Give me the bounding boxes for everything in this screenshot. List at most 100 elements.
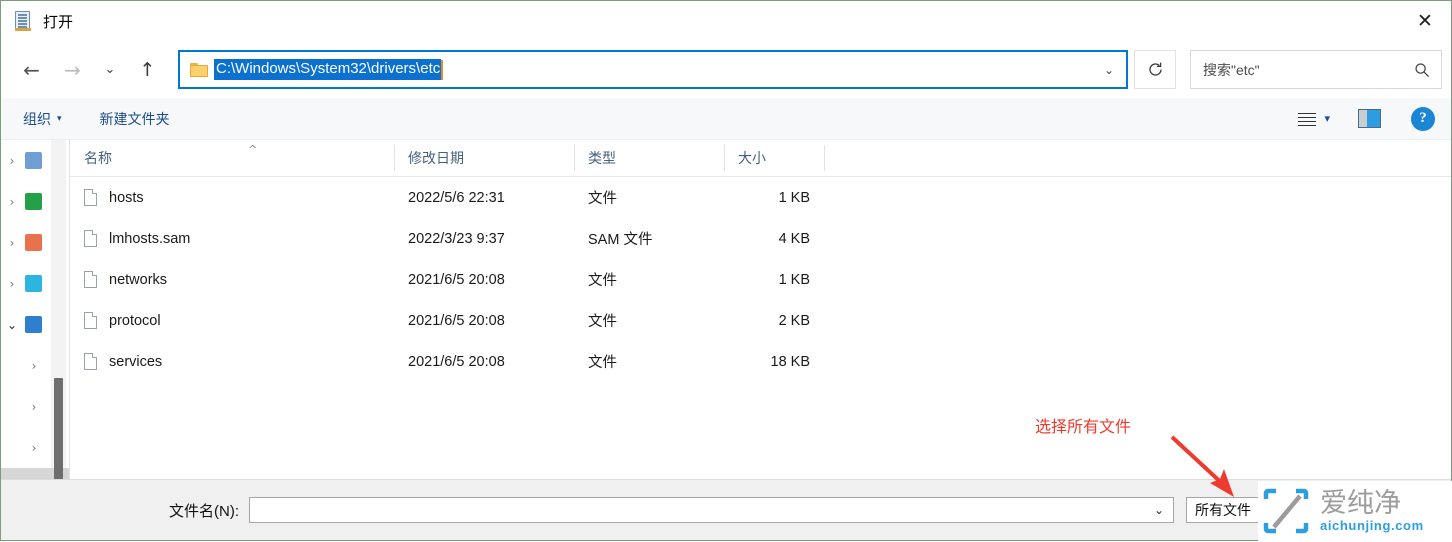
recent-locations-button[interactable]: ⌄ [93, 50, 127, 90]
nav-tree-item[interactable]: › [1, 263, 69, 304]
chevron-right-icon[interactable]: › [1, 277, 23, 291]
file-name-cell: lmhosts.sam [70, 230, 394, 247]
file-list: hosts 2022/5/6 22:31 文件 1 KB lmhosts.sam 2022… [70, 177, 1451, 479]
file-type-cell: 文件 [588, 191, 617, 207]
file-list-pane: 名称 修改日期 类型 大小 ^ hosts 2022/5/6 22:31 文件 1 K… [70, 140, 1451, 479]
chevron-right-icon[interactable]: › [1, 195, 23, 209]
open-file-dialog: 打开 ✕ ← → ⌄ ↑ C:\Windows\System32\drivers… [0, 0, 1452, 541]
file-type-cell: 文件 [588, 355, 617, 371]
chevron-right-icon[interactable]: › [23, 441, 45, 455]
table-row[interactable]: lmhosts.sam 2022/3/23 9:37 SAM 文件 4 KB [70, 218, 1451, 259]
back-button[interactable]: ← [11, 50, 52, 90]
nav-item-icon [25, 152, 42, 169]
chevron-down-icon[interactable]: ⌄ [1145, 498, 1173, 522]
watermark-logo-icon [1260, 485, 1312, 537]
watermark-text: 爱纯净 aichunjing.com [1320, 489, 1424, 533]
command-bar-right: ▾ ? [1296, 106, 1451, 131]
file-name-text: hosts [109, 189, 144, 206]
chevron-right-icon[interactable]: › [1, 236, 23, 250]
window-title: 打开 [43, 13, 74, 31]
navigation-scrollbar-thumb[interactable] [54, 378, 63, 479]
file-name-cell: protocol [70, 312, 394, 329]
file-name-text: services [109, 353, 163, 370]
filename-input[interactable]: ⌄ [249, 497, 1174, 523]
table-row[interactable]: services 2021/6/5 20:08 文件 18 KB [70, 341, 1451, 382]
nav-item-icon [25, 234, 42, 251]
file-date-cell: 2021/6/5 20:08 [408, 312, 505, 329]
filename-label: 文件名(N): [169, 502, 239, 520]
file-date-cell: 2022/3/23 9:37 [408, 230, 505, 247]
file-date-cell: 2022/5/6 22:31 [408, 189, 505, 206]
chevron-down-icon[interactable]: ⌄ [1092, 52, 1126, 87]
file-icon [84, 189, 97, 206]
organize-menu[interactable]: 组织 ▾ [23, 109, 62, 129]
table-row[interactable]: protocol 2021/6/5 20:08 文件 2 KB [70, 300, 1451, 341]
folder-icon [190, 62, 208, 77]
chevron-down-icon: ▾ [57, 113, 62, 124]
nav-tree-item[interactable]: › [1, 181, 69, 222]
file-size-cell: 4 KB [778, 230, 810, 247]
file-type-cell: SAM 文件 [588, 232, 653, 248]
column-header-size[interactable]: 大小 [724, 140, 824, 176]
organize-label: 组织 [23, 110, 51, 127]
chevron-right-icon[interactable]: › [23, 359, 45, 373]
search-box[interactable]: 搜索"etc" [1190, 50, 1442, 89]
file-icon [84, 312, 97, 329]
nav-item-icon [25, 316, 42, 333]
address-bar[interactable]: C:\Windows\System32\drivers\etc ⌄ [178, 50, 1128, 89]
dialog-footer: 文件名(N): ⌄ 所有文件 [1, 479, 1451, 540]
file-name-cell: hosts [70, 189, 394, 206]
up-button[interactable]: ↑ [127, 50, 168, 90]
file-name-text: protocol [109, 312, 161, 329]
nav-tree-item[interactable]: › [1, 222, 69, 263]
sort-ascending-icon: ^ [248, 143, 258, 156]
title-bar: 打开 ✕ [1, 1, 1451, 41]
file-size-cell: 1 KB [778, 271, 810, 288]
notepad-icon [14, 10, 34, 32]
file-icon [84, 230, 97, 247]
watermark: 爱纯净 aichunjing.com [1258, 481, 1452, 541]
watermark-brand: 爱纯净 [1320, 488, 1401, 519]
watermark-domain: aichunjing.com [1320, 518, 1424, 533]
column-header-date[interactable]: 修改日期 [394, 140, 574, 176]
table-row[interactable]: networks 2021/6/5 20:08 文件 1 KB [70, 259, 1451, 300]
file-size-cell: 2 KB [778, 312, 810, 329]
column-header-type[interactable]: 类型 [574, 140, 724, 176]
file-name-cell: networks [70, 271, 394, 288]
help-icon[interactable]: ? [1411, 106, 1435, 131]
search-icon [1415, 62, 1430, 77]
address-toolbar: ← → ⌄ ↑ C:\Windows\System32\drivers\etc … [1, 41, 1451, 98]
refresh-icon [1148, 62, 1162, 76]
dialog-body: ››››⌄›››››› 名称 修改日期 类型 大小 ^ hosts2022/5/… [1, 140, 1451, 479]
navigation-pane: ››››⌄›››››› [1, 140, 70, 479]
forward-button[interactable]: → [52, 50, 93, 90]
preview-pane-icon[interactable] [1358, 109, 1381, 128]
chevron-right-icon[interactable]: › [23, 400, 45, 414]
table-row[interactable]: hosts 2022/5/6 22:31 文件 1 KB [70, 177, 1451, 218]
file-name-text: lmhosts.sam [109, 230, 191, 247]
list-view-icon[interactable] [1296, 111, 1318, 127]
column-header-end [824, 140, 838, 176]
file-type-cell: 文件 [588, 314, 617, 330]
file-icon [84, 271, 97, 288]
chevron-down-icon[interactable]: ⌄ [1, 318, 23, 332]
view-options-chevron-down-icon[interactable]: ▾ [1324, 112, 1330, 125]
file-date-cell: 2021/6/5 20:08 [408, 353, 505, 370]
address-path-text: C:\Windows\System32\drivers\etc [214, 59, 442, 80]
column-headers: 名称 修改日期 类型 大小 ^ [70, 140, 1451, 177]
file-size-cell: 18 KB [770, 353, 811, 370]
column-header-name[interactable]: 名称 [70, 140, 394, 176]
refresh-button[interactable] [1134, 50, 1176, 89]
nav-tree-item[interactable]: › [1, 140, 69, 181]
file-date-cell: 2021/6/5 20:08 [408, 271, 505, 288]
chevron-right-icon[interactable]: › [1, 154, 23, 168]
annotation-text: 选择所有文件 [1035, 419, 1132, 436]
new-folder-button[interactable]: 新建文件夹 [100, 109, 170, 129]
text-cursor [441, 59, 444, 80]
file-size-cell: 1 KB [778, 189, 810, 206]
search-input[interactable]: 搜索"etc" [1203, 60, 1260, 80]
close-icon[interactable]: ✕ [1399, 1, 1451, 41]
nav-tree-item[interactable]: ⌄ [1, 304, 69, 345]
file-icon [84, 353, 97, 370]
nav-item-icon [25, 193, 42, 210]
